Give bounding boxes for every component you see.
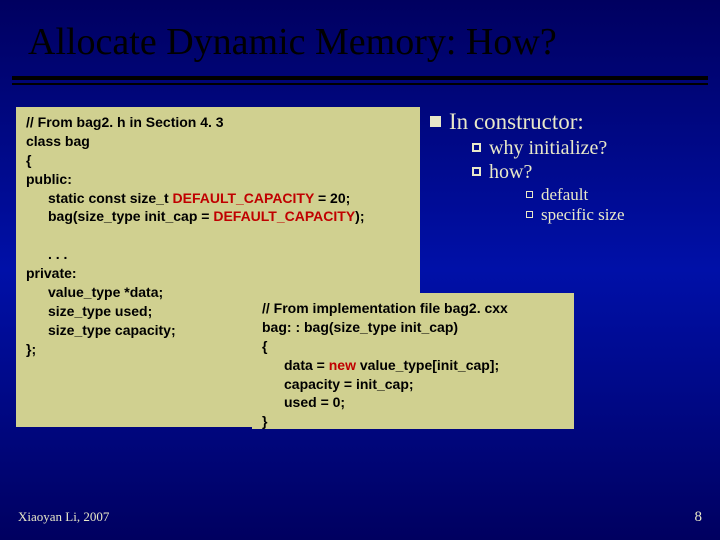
- code-line: // From bag2. h in Section 4. 3: [26, 114, 224, 130]
- code-line: {: [262, 338, 267, 354]
- bullet-list: In constructor: why initialize? how? def…: [430, 109, 625, 225]
- bullet-icon: [526, 191, 533, 198]
- code-line: used = 0;: [262, 393, 564, 412]
- code-line: bag: : bag(size_type init_cap): [262, 319, 458, 335]
- bullet-icon: [430, 116, 441, 127]
- bullet-icon: [472, 167, 481, 176]
- code-line: };: [26, 341, 36, 357]
- bullet-level-3: specific size: [526, 205, 625, 225]
- bullet-level-2: how?: [472, 161, 625, 184]
- code-line: class bag: [26, 133, 90, 149]
- slide-title: Allocate Dynamic Memory: How?: [0, 0, 720, 76]
- bullet-level-1: In constructor:: [430, 109, 625, 135]
- title-underline-thick: [12, 76, 708, 80]
- code-line: capacity = init_cap;: [262, 375, 564, 394]
- bullet-text: specific size: [541, 205, 625, 225]
- bullet-level-2: why initialize?: [472, 137, 625, 160]
- code-line: // From implementation file bag2. cxx: [262, 300, 508, 316]
- keyword-new: new: [329, 357, 356, 373]
- footer: Xiaoyan Li, 2007 8: [18, 509, 702, 526]
- page-number: 8: [695, 509, 703, 526]
- keyword-default-capacity: DEFAULT_CAPACITY: [213, 208, 355, 224]
- bullet-text: how?: [489, 161, 532, 184]
- bullet-icon: [472, 143, 481, 152]
- bullet-text: why initialize?: [489, 137, 607, 160]
- code-line: . . .: [26, 245, 410, 264]
- content-area: // From bag2. h in Section 4. 3 class ba…: [0, 85, 720, 505]
- bullet-text: default: [541, 185, 588, 205]
- bullet-text: In constructor:: [449, 109, 584, 135]
- code-line: {: [26, 152, 31, 168]
- code-line: data = new value_type[init_cap];: [262, 356, 564, 375]
- bullet-icon: [526, 211, 533, 218]
- keyword-default-capacity: DEFAULT_CAPACITY: [173, 190, 315, 206]
- code-line: static const size_t DEFAULT_CAPACITY = 2…: [26, 189, 410, 208]
- footer-author: Xiaoyan Li, 2007: [18, 509, 109, 526]
- bullet-level-3: default: [526, 185, 625, 205]
- code-block-implementation: // From implementation file bag2. cxx ba…: [252, 293, 574, 429]
- code-line: public:: [26, 171, 72, 187]
- code-line: }: [262, 413, 267, 429]
- code-line: bag(size_type init_cap = DEFAULT_CAPACIT…: [26, 207, 410, 226]
- code-line: private:: [26, 265, 77, 281]
